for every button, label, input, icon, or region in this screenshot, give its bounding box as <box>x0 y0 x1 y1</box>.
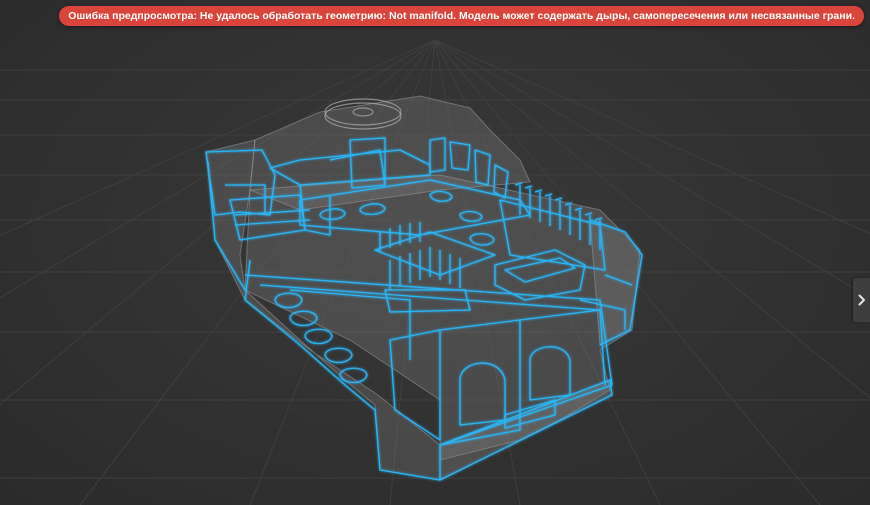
chevron-right-icon <box>858 294 866 306</box>
model-wireframe <box>205 95 643 481</box>
preview-error-toast: Ошибка предпросмотра: Не удалось обработ… <box>59 6 864 26</box>
3d-preview-viewport[interactable]: Ошибка предпросмотра: Не удалось обработ… <box>0 0 870 505</box>
preview-canvas[interactable] <box>0 0 870 505</box>
side-panel-toggle-button[interactable] <box>853 278 870 322</box>
